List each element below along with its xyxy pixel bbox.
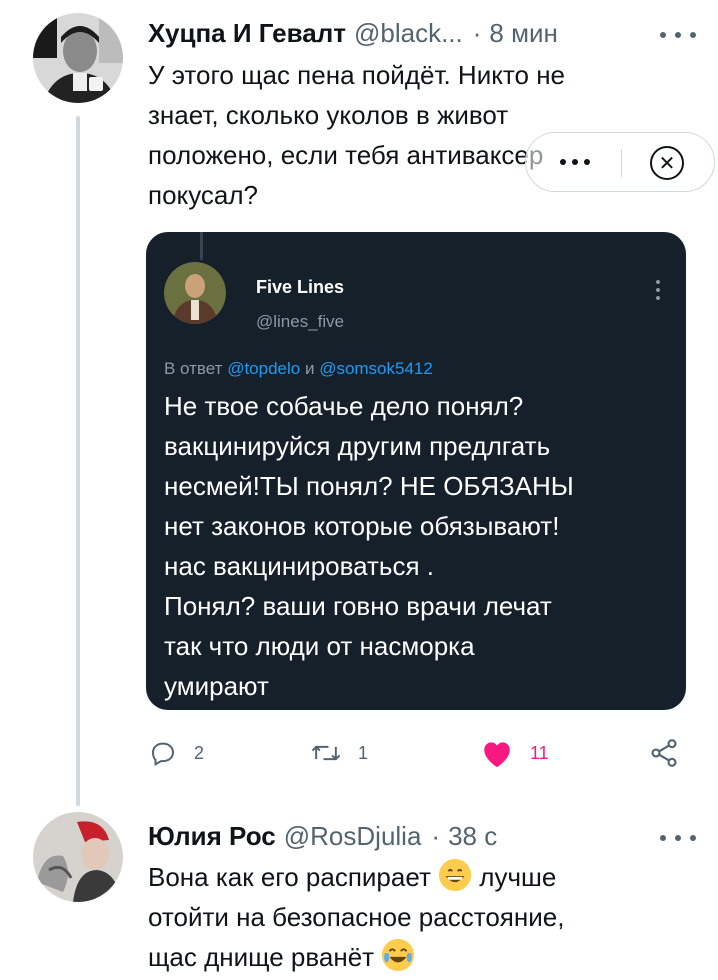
avatar[interactable] xyxy=(33,812,123,902)
tweet-2[interactable]: Юлия Рос @RosDjulia · 38 с Вона как его … xyxy=(0,0,718,980)
tears-of-joy-emoji xyxy=(382,938,415,972)
user-handle[interactable]: @RosDjulia xyxy=(284,821,422,852)
separator-dot: · xyxy=(431,820,441,851)
timestamp[interactable]: 38 с xyxy=(448,821,497,852)
tweet-text: Вона как его распирает лучше отойти на б… xyxy=(148,857,564,977)
tweet-header: Юлия Рос @RosDjulia · 38 с xyxy=(148,818,497,854)
display-name[interactable]: Юлия Рос xyxy=(148,821,276,852)
tweet-text-part-1: Вона как его распирает xyxy=(148,862,439,892)
grinning-face-emoji xyxy=(439,858,472,892)
more-options-icon[interactable] xyxy=(660,828,696,848)
